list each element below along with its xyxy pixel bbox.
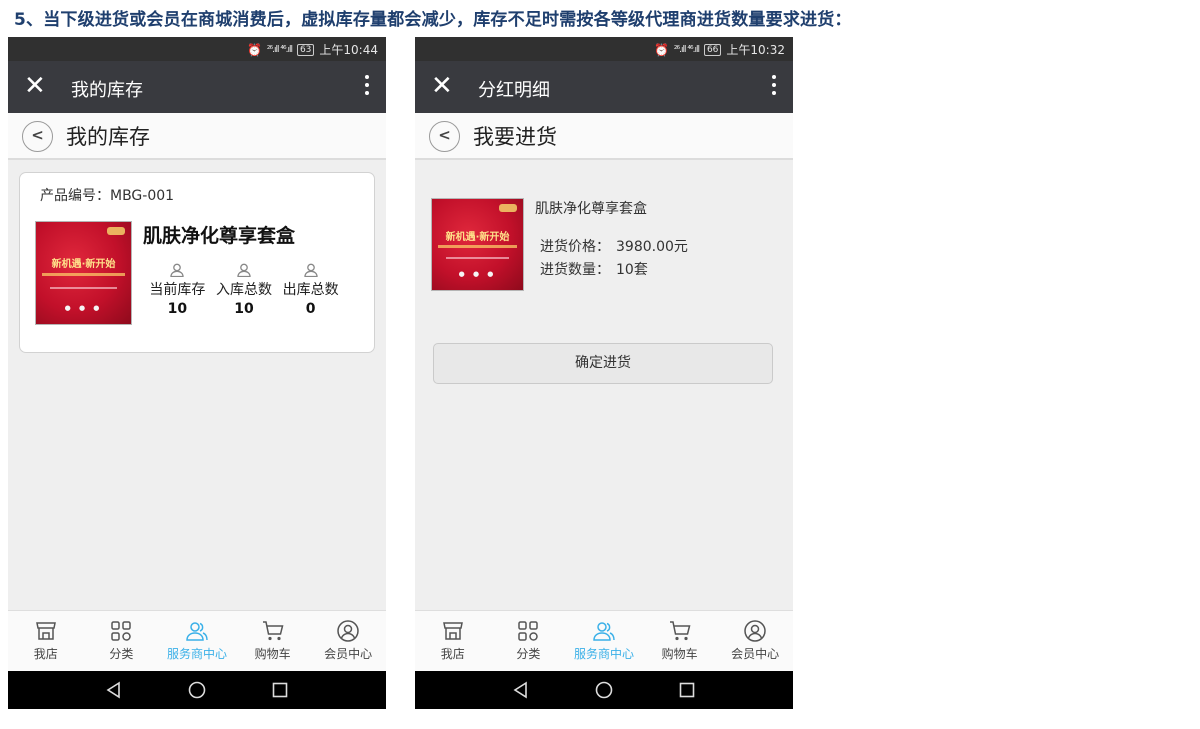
store-icon [35, 622, 56, 640]
tab-label: 服务商中心 [573, 647, 634, 661]
user-circle-icon [337, 620, 359, 642]
tab-label: 会员中心 [324, 647, 373, 661]
bottom-tab-bar: 我店 分类 服务商中心 购物车 会员中心 [8, 610, 386, 671]
stat-label: 入库总数 [216, 282, 272, 298]
store-icon [442, 622, 463, 640]
tab-member-center[interactable]: 会员中心 [717, 611, 793, 671]
back-triangle-icon[interactable] [511, 680, 531, 700]
phone-screen-inventory: ⏰ ²⁶.ıll ⁴⁶.ıll 63 上午10:44 ✕ 我的库存 < 我的库存… [8, 37, 386, 709]
alarm-icon: ⏰ [246, 42, 262, 57]
android-nav-bar [415, 671, 793, 709]
cart-icon [669, 621, 691, 641]
cart-icon [262, 621, 284, 641]
battery-icon: 66 [703, 43, 722, 56]
grid-icon [111, 621, 132, 641]
users-icon [186, 622, 208, 641]
price-row: 进货价格： 3980.00元 [540, 236, 688, 256]
inventory-stats: 当前库存 10 入库总数 10 出库总数 0 [144, 263, 344, 317]
back-button[interactable]: < [429, 121, 460, 152]
stat-current-stock: 当前库存 10 [144, 263, 211, 317]
page-heading: 5、当下级进货或会员在商城消费后，虚拟库存量都会减少，库存不足时需按各等级代理商… [14, 10, 852, 30]
page-header: < 我要进货 [415, 113, 793, 160]
product-name: 肌肤净化尊享套盒 [143, 225, 296, 247]
stat-label: 当前库存 [149, 282, 206, 298]
home-circle-icon[interactable] [594, 680, 614, 700]
grid-icon [518, 621, 539, 641]
inventory-card: 产品编号：MBG-001 新机遇·新开始 ● ● ● 肌肤净化尊享套盒 当前库存… [19, 172, 375, 353]
title-bar: ✕ 我的库存 [8, 61, 386, 113]
quantity-label: 进货数量： [540, 262, 610, 278]
signal-icon: ²⁶.ıll ⁴⁶.ıll [673, 44, 700, 55]
signal-icon: ²⁶.ıll ⁴⁶.ıll [266, 44, 293, 55]
chevron-left-icon: < [438, 126, 451, 144]
product-image: 新机遇·新开始 ● ● ● [35, 221, 132, 325]
stat-out-total: 出库总数 0 [277, 263, 344, 317]
tab-cart[interactable]: 购物车 [642, 611, 718, 671]
chevron-left-icon: < [31, 126, 44, 144]
tab-label: 分类 [109, 647, 134, 661]
users-icon [593, 622, 615, 641]
stat-in-total: 入库总数 10 [211, 263, 278, 317]
window-title: 分红明细 [478, 80, 550, 101]
stat-label: 出库总数 [282, 282, 339, 298]
tab-service-center[interactable]: 服务商中心 [566, 611, 642, 671]
page-title: 我要进货 [473, 125, 557, 149]
close-icon[interactable]: ✕ [431, 73, 453, 99]
status-time: 上午10:44 [319, 43, 378, 57]
status-time: 上午10:32 [726, 43, 785, 57]
tab-label: 购物车 [254, 647, 291, 661]
product-image: 新机遇·新开始 ● ● ● [431, 198, 524, 291]
tab-label: 购物车 [661, 647, 698, 661]
close-icon[interactable]: ✕ [24, 73, 46, 99]
tab-cart[interactable]: 购物车 [235, 611, 311, 671]
product-code: 产品编号：MBG-001 [40, 188, 175, 204]
tab-category[interactable]: 分类 [84, 611, 160, 671]
back-button[interactable]: < [22, 121, 53, 152]
title-bar: ✕ 分红明细 [415, 61, 793, 113]
product-name: 肌肤净化尊享套盒 [535, 201, 647, 217]
quantity-value: 10套 [616, 262, 648, 278]
status-bar: ⏰ ²⁶.ıll ⁴⁶.ıll 66 上午10:32 [415, 37, 793, 61]
phone-screen-restock: ⏰ ²⁶.ıll ⁴⁶.ıll 66 上午10:32 ✕ 分红明细 < 我要进货… [415, 37, 793, 709]
alarm-icon: ⏰ [653, 42, 669, 57]
tab-category[interactable]: 分类 [491, 611, 567, 671]
tab-my-store[interactable]: 我店 [8, 611, 84, 671]
stat-value: 0 [305, 301, 316, 317]
stat-value: 10 [167, 301, 188, 317]
tab-label: 服务商中心 [166, 647, 227, 661]
page-title: 我的库存 [66, 125, 150, 149]
confirm-restock-button[interactable]: 确定进货 [433, 343, 773, 384]
bottom-tab-bar: 我店 分类 服务商中心 购物车 会员中心 [415, 610, 793, 671]
user-icon [237, 263, 251, 277]
price-value: 3980.00元 [616, 239, 688, 255]
stat-value: 10 [234, 301, 254, 317]
back-triangle-icon[interactable] [104, 680, 124, 700]
battery-icon: 63 [296, 43, 315, 56]
tab-member-center[interactable]: 会员中心 [310, 611, 386, 671]
recents-square-icon[interactable] [270, 680, 290, 700]
quantity-row: 进货数量： 10套 [540, 259, 648, 279]
window-title: 我的库存 [71, 80, 143, 101]
tab-label: 分类 [516, 647, 541, 661]
more-options-icon[interactable] [771, 75, 777, 99]
price-label: 进货价格： [540, 239, 610, 255]
home-circle-icon[interactable] [187, 680, 207, 700]
tab-service-center[interactable]: 服务商中心 [159, 611, 235, 671]
tab-label: 会员中心 [731, 647, 780, 661]
user-icon [170, 263, 184, 277]
more-options-icon[interactable] [364, 75, 370, 99]
recents-square-icon[interactable] [677, 680, 697, 700]
tab-label: 我店 [440, 647, 465, 661]
status-bar: ⏰ ²⁶.ıll ⁴⁶.ıll 63 上午10:44 [8, 37, 386, 61]
user-icon [304, 263, 318, 277]
android-nav-bar [8, 671, 386, 709]
tab-my-store[interactable]: 我店 [415, 611, 491, 671]
user-circle-icon [744, 620, 766, 642]
page-header: < 我的库存 [8, 113, 386, 160]
tab-label: 我店 [33, 647, 58, 661]
